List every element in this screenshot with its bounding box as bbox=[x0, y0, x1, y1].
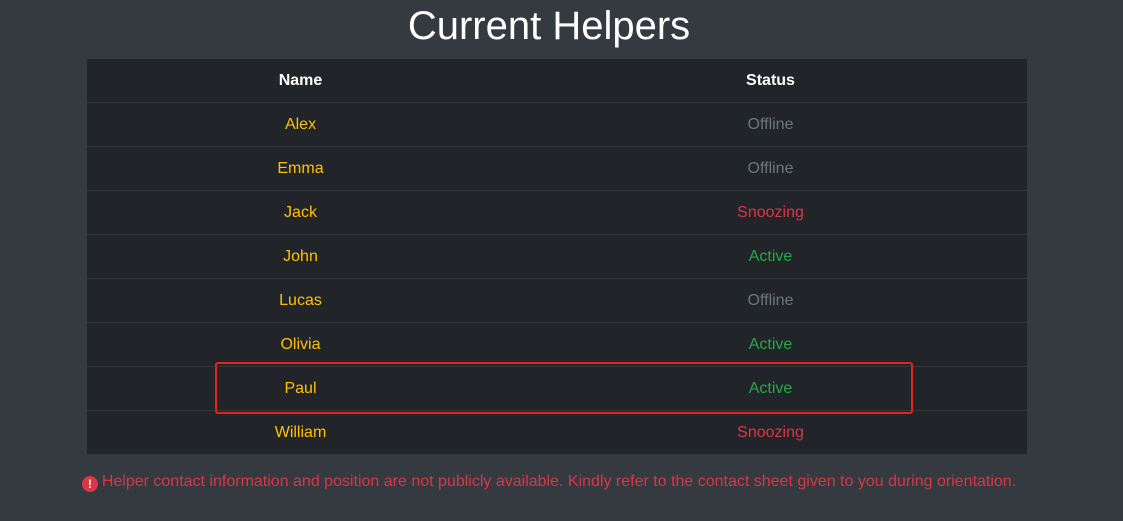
helper-name: Jack bbox=[87, 190, 514, 235]
column-header-name[interactable]: Name bbox=[87, 59, 514, 103]
helper-status: Active bbox=[514, 322, 1027, 367]
helper-status: Active bbox=[514, 234, 1027, 279]
exclamation-circle-icon: ! bbox=[81, 476, 98, 492]
table-row: Alex Offline bbox=[87, 102, 1027, 147]
helper-name: John bbox=[87, 234, 514, 279]
helper-name: Paul bbox=[87, 366, 514, 411]
table-header-row: Name Status bbox=[87, 59, 1027, 103]
helper-status: Snoozing bbox=[514, 190, 1027, 235]
table-row: William Snoozing bbox=[87, 410, 1027, 454]
helper-name: Alex bbox=[87, 102, 514, 147]
column-header-status[interactable]: Status bbox=[514, 59, 1027, 103]
helper-name: Emma bbox=[87, 146, 514, 191]
table-row: John Active bbox=[87, 234, 1027, 279]
helper-status: Offline bbox=[514, 146, 1027, 191]
privacy-notice: ! Helper contact information and position… bbox=[0, 471, 1098, 493]
helper-status: Offline bbox=[514, 102, 1027, 147]
table-row: Emma Offline bbox=[87, 146, 1027, 191]
helper-name: Olivia bbox=[87, 322, 514, 367]
notice-text: Helper contact information and position … bbox=[101, 473, 1017, 490]
page-title: Current Helpers bbox=[407, 4, 691, 48]
helper-name: William bbox=[87, 410, 514, 454]
helper-name: Lucas bbox=[87, 278, 514, 323]
table-row: Lucas Offline bbox=[87, 278, 1027, 323]
helper-status: Offline bbox=[514, 278, 1027, 323]
table-row-highlighted: Paul Active bbox=[87, 366, 1027, 411]
table-row: Jack Snoozing bbox=[87, 190, 1027, 235]
helper-status: Active bbox=[514, 366, 1027, 411]
helper-status: Snoozing bbox=[514, 410, 1027, 454]
helpers-table: Name Status Alex Offline Emma Offline Ja… bbox=[87, 59, 1027, 454]
table-row: Olivia Active bbox=[87, 322, 1027, 367]
